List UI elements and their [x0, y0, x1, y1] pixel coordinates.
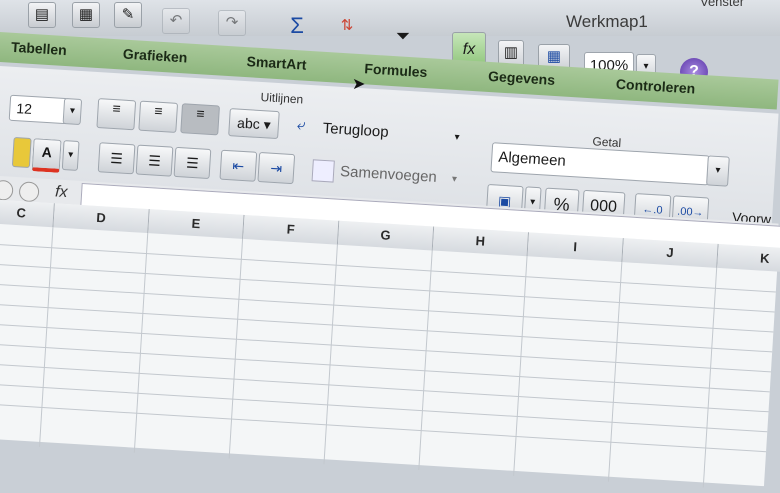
column-header-d[interactable]: D — [53, 203, 150, 234]
align-group-title: Uitlijnen — [260, 89, 304, 107]
grid-row-line — [0, 343, 770, 393]
merge-icon — [311, 159, 335, 183]
align-middle-button[interactable]: ≡ — [138, 100, 179, 133]
column-header-c[interactable]: C — [0, 199, 55, 228]
insert-function-button[interactable]: fx — [55, 183, 68, 202]
grid-row-line — [0, 263, 775, 313]
redo-icon[interactable]: ↷ — [218, 10, 246, 36]
column-header-g[interactable]: G — [337, 220, 435, 251]
column-header-f[interactable]: F — [243, 214, 340, 245]
sort-icon[interactable]: ⇅ — [334, 14, 360, 38]
grid-row-line — [0, 323, 771, 373]
grid-row-line — [0, 363, 769, 413]
grid-row-line — [0, 383, 768, 433]
decrease-indent-button[interactable]: ⇤ — [219, 149, 258, 182]
wrap-text-label[interactable]: Terugloop — [322, 120, 389, 141]
merge-label[interactable]: Samenvoegen — [340, 163, 438, 186]
grid-row-line — [0, 403, 767, 453]
tab-gegevens[interactable]: Gegevens — [488, 68, 556, 88]
worksheet-grid[interactable]: C D E F G H I J K — [0, 199, 780, 488]
font-color-button[interactable]: A — [31, 138, 62, 173]
font-size-field[interactable]: 12 — [8, 94, 69, 125]
grid-col-line — [607, 262, 623, 482]
wrap-text-icon: ⤶ — [296, 116, 306, 134]
font-color-dropdown[interactable]: ▾ — [61, 140, 80, 171]
grid-col-line — [702, 267, 718, 488]
tab-smartart[interactable]: SmartArt — [246, 53, 307, 73]
enter-icon[interactable] — [18, 181, 40, 203]
cancel-icon[interactable] — [0, 179, 14, 201]
grid-col-line — [228, 238, 244, 459]
filter-icon[interactable]: ⏷ — [390, 24, 416, 48]
grid-row-line — [0, 283, 774, 333]
font-size-dropdown[interactable]: ▾ — [62, 97, 83, 126]
window-title: Werkmap1 — [566, 12, 648, 31]
autosum-icon[interactable]: Σ — [282, 14, 312, 38]
align-right-button[interactable]: ☰ — [173, 146, 212, 179]
column-header-e[interactable]: E — [148, 209, 245, 239]
tab-formules[interactable]: Formules — [364, 60, 428, 80]
column-header-j[interactable]: J — [622, 238, 719, 268]
column-header-k[interactable]: K — [717, 243, 780, 274]
text-orientation-button[interactable]: abc ▾ — [228, 108, 280, 140]
paste-icon[interactable]: ✎ — [114, 2, 142, 28]
grid-col-line — [418, 250, 433, 471]
new-document-icon[interactable]: ▤ — [28, 2, 56, 28]
align-top-button[interactable]: ≡ — [96, 98, 137, 131]
abc-label: abc — [236, 114, 261, 132]
grid-row-line — [0, 303, 773, 353]
column-header-h[interactable]: H — [432, 226, 530, 257]
column-header-i[interactable]: I — [527, 232, 624, 263]
open-folder-icon[interactable]: ▦ — [72, 2, 100, 28]
tab-controleren[interactable]: Controleren — [616, 76, 696, 97]
align-center-button[interactable]: ☰ — [135, 144, 174, 177]
grid-col-line — [323, 244, 338, 465]
increase-indent-button[interactable]: ⇥ — [257, 151, 296, 185]
merge-dropdown-arrow[interactable]: ▾ — [452, 174, 458, 185]
grid-col-line — [133, 233, 149, 453]
align-left-button[interactable]: ☰ — [97, 142, 136, 175]
standard-toolbar: ▤ ▦ ✎ ↶ ↷ Σ ⇅ ⏷ fx ▥ ▦ 100% ▾ ? Werkmap1… — [0, 0, 780, 86]
number-format-dropdown[interactable]: ▾ — [706, 155, 730, 187]
align-bottom-button[interactable]: ≡ — [180, 103, 220, 136]
tab-grafieken[interactable]: Grafieken — [122, 46, 187, 66]
venster-menu[interactable]: Venster — [700, 0, 744, 9]
wrap-dropdown-arrow[interactable]: ▾ — [454, 132, 460, 143]
undo-icon[interactable]: ↶ — [162, 8, 190, 34]
number-format-select[interactable]: Algemeen — [490, 142, 710, 186]
tab-tabellen[interactable]: Tabellen — [11, 39, 68, 58]
fill-color-button[interactable] — [11, 136, 32, 169]
grid-col-line — [39, 227, 54, 447]
grid-col-line — [513, 256, 528, 476]
mouse-cursor-icon: ➤ — [352, 76, 366, 93]
